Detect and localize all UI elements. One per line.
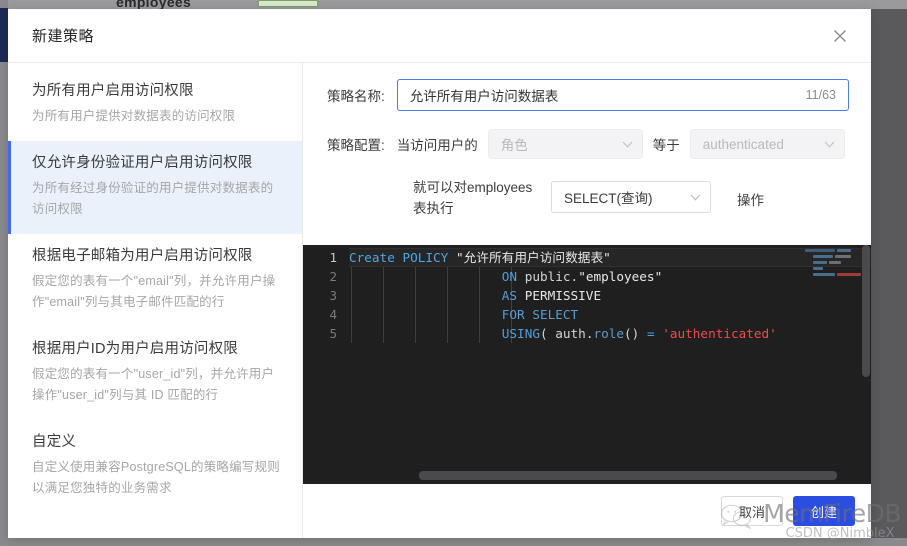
new-policy-dialog: 新建策略 为所有用户启用访问权限 为所有用户提供对数据表的访问权限 仅允许身份验… xyxy=(8,9,871,538)
line-number: 4 xyxy=(329,307,337,322)
code-line: FOR SELECT xyxy=(349,305,871,324)
role-attribute-select[interactable]: 角色 xyxy=(487,129,643,159)
code-token: role xyxy=(593,326,625,341)
template-title: 仅允许身份验证用户启用访问权限 xyxy=(32,155,253,171)
template-option-by-user-id[interactable]: 根据用户ID为用户启用访问权限 假定您的表有一个"user_id"列，并允许用户… xyxy=(8,327,302,420)
code-token: PERMISSIVE xyxy=(524,288,602,303)
template-description: 为所有经过身份验证的用户提供对数据表的访问权限 xyxy=(32,181,274,216)
code-token: SELECT xyxy=(532,307,579,322)
editor-line-numbers: 1 2 3 4 5 xyxy=(303,245,349,484)
code-line: USING( auth.role() = 'authenticated' xyxy=(349,324,871,343)
code-token: public. xyxy=(524,269,579,284)
character-counter: 11/63 xyxy=(805,88,836,102)
background-bottom-strip xyxy=(0,538,907,546)
template-option-custom[interactable]: 自定义 自定义使用兼容PostgreSQL的策略编写规则以满足您独特的业务需求 xyxy=(8,420,302,513)
template-description: 自定义使用兼容PostgreSQL的策略编写规则以满足您独特的业务需求 xyxy=(32,460,280,495)
cancel-button[interactable]: 取消 xyxy=(721,496,783,526)
policy-config-panel: 策略名称: 11/63 策略配置: 当访问用户的 角色 xyxy=(303,63,871,538)
policy-name-input[interactable] xyxy=(409,87,798,103)
template-option-all-users[interactable]: 为所有用户启用访问权限 为所有用户提供对数据表的访问权限 xyxy=(8,69,302,141)
policy-condition-row: 策略配置: 当访问用户的 角色 等于 authenticated xyxy=(327,129,849,159)
line-number: 5 xyxy=(329,326,337,341)
condition-prefix-text: 当访问用户的 xyxy=(396,138,478,153)
line-number: 3 xyxy=(329,288,337,303)
sql-preview-editor[interactable]: 1 2 3 4 5 Create POLICY "允许所有用户访问数据表" ON… xyxy=(303,245,871,484)
template-description: 为所有用户提供对数据表的访问权限 xyxy=(32,109,236,123)
code-token: () xyxy=(624,326,647,341)
role-value-text: authenticated xyxy=(702,136,784,152)
code-token: = xyxy=(646,326,663,341)
editor-code-area[interactable]: Create POLICY "允许所有用户访问数据表" ON public."e… xyxy=(349,245,871,484)
policy-action-row: 就可以对employees表执行 SELECT(查询) 操作 xyxy=(327,177,849,219)
code-token: FOR xyxy=(501,307,533,322)
role-value-select[interactable]: authenticated xyxy=(689,129,845,159)
policy-template-list: 为所有用户启用访问权限 为所有用户提供对数据表的访问权限 仅允许身份验证用户启用… xyxy=(8,63,303,538)
code-line: AS PERMISSIVE xyxy=(349,286,871,305)
equals-text: 等于 xyxy=(652,138,680,153)
code-token: 'authenticated' xyxy=(662,326,777,341)
code-token: ON xyxy=(501,269,525,284)
editor-vertical-scrollbar[interactable] xyxy=(861,245,871,484)
chevron-down-icon xyxy=(824,141,835,148)
policy-form: 策略名称: 11/63 策略配置: 当访问用户的 角色 xyxy=(303,63,871,245)
policy-config-label: 策略配置: xyxy=(327,138,385,153)
template-description: 假定您的表有一个"email"列，并允许用户操作"email"列与其电子邮件匹配… xyxy=(32,274,276,309)
dialog-body: 为所有用户启用访问权限 为所有用户提供对数据表的访问权限 仅允许身份验证用户启用… xyxy=(8,63,871,538)
create-button[interactable]: 创建 xyxy=(793,496,855,526)
template-option-by-email[interactable]: 根据电子邮箱为用户启用访问权限 假定您的表有一个"email"列，并允许用户操作… xyxy=(8,234,302,327)
code-line: Create POLICY "允许所有用户访问数据表" xyxy=(349,248,871,267)
screen: employees 新建策略 为所有用户启用访问权限 为所有用户提供对数据表的访… xyxy=(0,0,907,546)
policy-name-input-wrapper[interactable]: 11/63 xyxy=(396,79,849,111)
code-token: AS xyxy=(501,288,525,303)
policy-name-label: 策略名称: xyxy=(327,89,385,104)
code-token: Create xyxy=(349,250,403,265)
dialog-footer: 取消 创建 xyxy=(303,484,871,538)
action-suffix-text: 操作 xyxy=(737,193,764,208)
policy-name-row: 策略名称: 11/63 xyxy=(327,79,849,111)
template-title: 根据用户ID为用户启用访问权限 xyxy=(32,341,238,357)
template-title: 为所有用户启用访问权限 xyxy=(32,83,194,99)
chevron-down-icon xyxy=(622,141,633,148)
code-token: USING xyxy=(501,326,540,341)
line-number: 2 xyxy=(329,269,337,284)
line-number: 1 xyxy=(329,250,337,265)
template-option-authenticated-only[interactable]: 仅允许身份验证用户启用访问权限 为所有经过身份验证的用户提供对数据表的访问权限 xyxy=(8,141,302,234)
code-token: POLICY xyxy=(402,250,456,265)
code-token: "employees" xyxy=(578,269,663,284)
template-title: 自定义 xyxy=(32,434,77,450)
action-select[interactable]: SELECT(查询) xyxy=(551,181,711,213)
template-description: 假定您的表有一个"user_id"列，并允许用户操作"user_id"列与其 I… xyxy=(32,367,275,402)
action-prefix-text: 就可以对employees表执行 xyxy=(413,180,533,216)
editor-horizontal-scrollbar[interactable] xyxy=(419,471,837,480)
background-green-badge xyxy=(258,0,318,7)
dialog-header: 新建策略 xyxy=(8,9,871,63)
template-title: 根据电子邮箱为用户启用访问权限 xyxy=(32,248,253,264)
chevron-down-icon xyxy=(690,194,701,201)
role-attribute-value: 角色 xyxy=(500,138,528,153)
code-token: "允许所有用户访问数据表" xyxy=(455,250,611,265)
close-icon[interactable] xyxy=(827,23,853,49)
background-left-navy-nav xyxy=(0,8,8,62)
dialog-title: 新建策略 xyxy=(32,28,95,45)
code-token: ( xyxy=(539,326,556,341)
code-token: auth. xyxy=(555,326,594,341)
background-left-rail xyxy=(0,0,8,546)
editor-scroll-thumb[interactable] xyxy=(862,245,870,377)
code-line: ON public."employees" xyxy=(349,267,871,286)
action-select-value: SELECT(查询) xyxy=(564,191,653,206)
